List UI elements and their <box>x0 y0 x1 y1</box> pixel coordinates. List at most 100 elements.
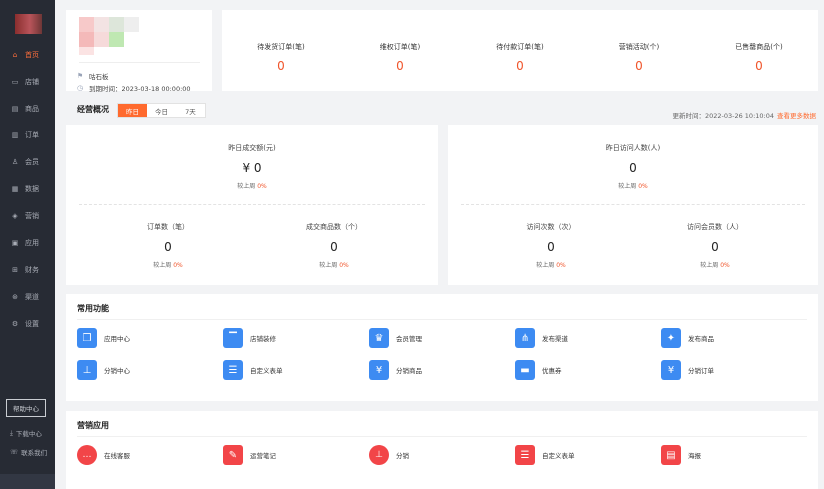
tag-icon: ◈ <box>12 211 18 220</box>
common-functions-card: 常用功能 ❒ 应用中心 ▔ 店铺装修 ♛ 会员管理 ⋔ 发布渠道 ✦ 发布商品 ⊥ 分销中心 ☰ 自定义表… <box>66 294 818 401</box>
shop-name-row: ⚑ 咕石板 <box>76 71 109 81</box>
sidebar-item-1[interactable]: ▭ 店铺 <box>0 73 55 91</box>
visit-count-metric: 访问次数（次） 0 较上周 0% <box>476 222 626 269</box>
sidebar-item-10[interactable]: ⚙ 设置 <box>0 315 55 333</box>
app-item[interactable]: ▬ 优惠券 <box>515 360 562 380</box>
app-item-label: 在线客服 <box>104 452 130 460</box>
app-item[interactable]: ¥ 分销订单 <box>661 360 714 380</box>
metric-value: 0 <box>629 161 637 175</box>
app-item-label: 优惠券 <box>542 367 562 375</box>
divider <box>79 62 200 63</box>
order-stat[interactable]: 维权订单(笔) 0 <box>350 42 450 73</box>
paint-roller-icon: ▔ <box>223 328 243 348</box>
app-item-label: 分销中心 <box>104 367 130 375</box>
app-item[interactable]: ☰ 自定义表单 <box>515 445 575 465</box>
update-time: 更新时间：2022-03-26 10:10:04 查看更多数据 <box>672 110 816 120</box>
section-title: 常用功能 <box>77 304 109 313</box>
sidebar-item-6[interactable]: ◈ 营销 <box>0 207 55 225</box>
order-stat[interactable]: 营销活动(个) 0 <box>589 42 689 73</box>
compare-value: 0% <box>638 183 648 190</box>
metric-compare: 较上周 0% <box>558 181 708 190</box>
more-data-link[interactable]: 查看更多数据 <box>777 112 816 120</box>
sidebar-item-7[interactable]: ▣ 应用 <box>0 234 55 252</box>
org-chart-icon: ⊥ <box>369 445 389 465</box>
metric-compare: 较上周 0% <box>177 181 327 190</box>
stat-label: 维权订单(笔) <box>379 43 421 51</box>
metric-value: ¥ 0 <box>242 161 262 175</box>
order-stat[interactable]: 待付款订单(笔) 0 <box>470 42 570 73</box>
app-item[interactable]: ☰ 自定义表单 <box>223 360 283 380</box>
metric-label: 访问会员数（人） <box>687 223 743 231</box>
metric-value: 0 <box>711 240 719 254</box>
visitor-overview-card: 昨日访问人数(人) 0 较上周 0% 访问次数（次） 0 较上周 0% 访问会员… <box>448 125 818 285</box>
app-item-label: 发布商品 <box>688 335 714 343</box>
sidebar-item-8[interactable]: ⊞ 财务 <box>0 261 55 279</box>
sidebar-item-label: 财务 <box>25 266 39 274</box>
app-item[interactable]: ⋔ 发布渠道 <box>515 328 568 348</box>
contact-us-link[interactable]: ☏ 联系我们 <box>10 447 47 457</box>
tab-1[interactable]: 今日 <box>147 104 176 117</box>
app-item[interactable]: ⊥ 分销 <box>369 445 409 465</box>
marketing-apps-card: 营销应用 … 在线客服 ✎ 运营笔记 ⊥ 分销 ☰ 自定义表单 ▤ 海报 <box>66 411 818 489</box>
compare-value: 0% <box>339 262 349 269</box>
stat-value: 0 <box>277 59 285 73</box>
tab-2[interactable]: 7天 <box>176 104 205 117</box>
sidebar-item-label: 渠道 <box>25 293 39 301</box>
form-icon: ☰ <box>515 445 535 465</box>
app-item[interactable]: ✦ 发布商品 <box>661 328 714 348</box>
app-item[interactable]: ❒ 应用中心 <box>77 328 130 348</box>
app-item[interactable]: ▔ 店铺装修 <box>223 328 276 348</box>
logo[interactable] <box>15 14 42 34</box>
sidebar-item-label: 会员 <box>25 158 39 166</box>
app-item-label: 分销订单 <box>688 367 714 375</box>
app-item[interactable]: ¥ 分销商品 <box>369 360 422 380</box>
home-icon: ⌂ <box>12 50 18 59</box>
sidebar-item-9[interactable]: ⊛ 渠道 <box>0 288 55 306</box>
shop-expire: 到期时间：2023-03-18 00:00:00 <box>89 85 191 93</box>
compare-value: 0% <box>173 262 183 269</box>
shop-avatar[interactable] <box>79 17 142 55</box>
sidebar-item-label: 应用 <box>25 239 39 247</box>
compare-value: 0% <box>257 183 267 190</box>
app-item[interactable]: ⊥ 分销中心 <box>77 360 130 380</box>
download-icon: ⤓ <box>10 428 13 437</box>
yesterday-sales-metric: 昨日成交额(元) ¥ 0 较上周 0% <box>177 143 327 190</box>
finance-icon: ⊞ <box>12 265 18 274</box>
metric-label: 成交商品数（个） <box>306 223 362 231</box>
sidebar-item-label: 首页 <box>25 51 39 59</box>
app-item-label: 分销商品 <box>396 367 422 375</box>
order-stat[interactable]: 待发货订单(笔) 0 <box>231 42 331 73</box>
download-center-link[interactable]: ⤓ 下载中心 <box>10 428 42 439</box>
coupon-icon: ▬ <box>515 360 535 380</box>
metric-value: 0 <box>330 240 338 254</box>
order-stat[interactable]: 已售罄商品(个) 0 <box>709 42 809 73</box>
stat-value: 0 <box>516 59 524 73</box>
app-item[interactable]: ✎ 运营笔记 <box>223 445 276 465</box>
app-item[interactable]: ▤ 海报 <box>661 445 701 465</box>
sidebar-item-label: 数据 <box>25 185 39 193</box>
poster-icon: ▤ <box>661 445 681 465</box>
sidebar-item-label: 商品 <box>25 105 39 113</box>
sidebar-item-3[interactable]: ▥ 订单 <box>0 126 55 144</box>
divider <box>461 204 805 205</box>
help-center-button[interactable]: 帮助中心 <box>6 399 46 417</box>
compare-value: 0% <box>556 262 566 269</box>
channel-icon: ⊛ <box>12 292 18 301</box>
metric-label: 昨日访问人数(人) <box>605 144 661 152</box>
stat-label: 已售罄商品(个) <box>735 43 783 51</box>
app-item[interactable]: ♛ 会员管理 <box>369 328 422 348</box>
app-icon: ▣ <box>11 238 19 247</box>
form-icon: ☰ <box>223 360 243 380</box>
app-item-label: 运营笔记 <box>250 452 276 460</box>
sidebar-item-5[interactable]: ▦ 数据 <box>0 180 55 198</box>
sidebar-item-label: 店铺 <box>25 78 39 86</box>
sidebar-item-4[interactable]: ♙ 会员 <box>0 153 55 171</box>
note-icon: ✎ <box>223 445 243 465</box>
sidebar-item-0[interactable]: ⌂ 首页 <box>0 46 55 64</box>
tab-0[interactable]: 昨日 <box>118 104 147 117</box>
divider <box>77 436 807 437</box>
shop-name: 咕石板 <box>89 73 109 81</box>
sidebar-item-2[interactable]: ▤ 商品 <box>0 100 55 118</box>
app-item[interactable]: … 在线客服 <box>77 445 130 465</box>
distribute-goods-icon: ¥ <box>369 360 389 380</box>
